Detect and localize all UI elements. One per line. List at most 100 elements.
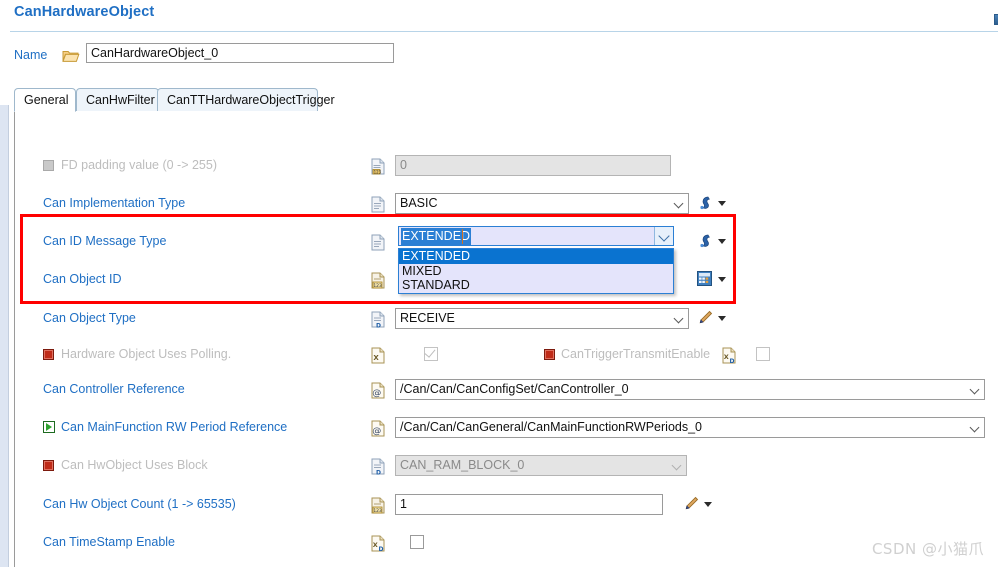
red-square-icon xyxy=(544,349,555,360)
svg-text:D: D xyxy=(730,358,735,364)
can-controller-reference-combo[interactable]: /Can/Can/CanConfigSet/CanController_0 xyxy=(395,379,985,400)
can-id-message-type-value: EXTENDED xyxy=(401,228,472,245)
can-trigger-transmit-enable-label: CanTriggerTransmitEnable xyxy=(561,347,711,361)
svg-text:123: 123 xyxy=(374,169,382,174)
xml-document-icon: X D xyxy=(722,347,736,365)
name-input[interactable] xyxy=(86,43,394,63)
can-implementation-type-label: Can Implementation Type xyxy=(43,196,186,210)
can-controller-reference-label: Can Controller Reference xyxy=(43,382,185,396)
pencil-icon[interactable] xyxy=(683,496,699,512)
at-document-icon: @ xyxy=(371,420,385,437)
dropdown-option-standard[interactable]: STANDARD xyxy=(399,278,673,293)
chevron-down-icon xyxy=(675,200,683,208)
can-object-id-label: Can Object ID xyxy=(43,272,122,286)
tab-canhwfilter[interactable]: CanHwFilter xyxy=(76,88,159,112)
general-tab-panel: FD padding value (0 -> 255) 123 0 Can Im… xyxy=(14,111,998,567)
fd-padding-value-label: FD padding value (0 -> 255) xyxy=(61,158,217,172)
chevron-down-icon[interactable] xyxy=(704,502,712,507)
left-gutter-strip xyxy=(0,105,9,567)
row-can-timestamp-enable: Can TimeStamp Enable X D xyxy=(15,530,998,558)
red-square-icon xyxy=(43,460,54,471)
chevron-down-icon[interactable] xyxy=(654,227,673,245)
row-can-controller-reference: Can Controller Reference @ /Can/Can/CanC… xyxy=(15,377,998,405)
row-can-implementation-type: Can Implementation Type BASIC xyxy=(15,191,998,219)
svg-text:123: 123 xyxy=(373,508,382,514)
can-id-message-type-dropdown-list[interactable]: EXTENDED MIXED STANDARD xyxy=(398,248,674,294)
can-implementation-type-value: BASIC xyxy=(400,196,438,210)
row-can-hwobject-uses-block: Can HwObject Uses Block D CAN_RAM_BLOCK_… xyxy=(15,453,998,481)
can-hw-object-count-label: Can Hw Object Count (1 -> 65535) xyxy=(43,497,236,511)
tab-general[interactable]: General xyxy=(14,88,76,112)
row-hardware-object-uses-polling: Hardware Object Uses Polling. X CanTrigg… xyxy=(15,342,998,370)
can-controller-reference-value: /Can/Can/CanConfigSet/CanController_0 xyxy=(400,382,629,396)
document-default-icon: D xyxy=(371,458,385,477)
hardware-object-uses-polling-label: Hardware Object Uses Polling. xyxy=(61,347,232,361)
fd-padding-value-field: 0 xyxy=(395,155,671,176)
row-can-mainfunction-rw-period-reference: Can MainFunction RW Period Reference @ /… xyxy=(15,415,998,443)
hardware-object-uses-polling-checkbox xyxy=(424,346,438,361)
watermark: CSDN @小猫爪 xyxy=(871,540,984,558)
name-row: Name xyxy=(0,42,998,72)
row-can-hw-object-count: Can Hw Object Count (1 -> 65535) 123 1 xyxy=(15,492,998,520)
tab-bar: General CanHwFilter CanTTHardwareObjectT… xyxy=(0,88,998,112)
document-default-icon: D xyxy=(371,311,385,330)
folder-icon xyxy=(62,49,80,63)
can-implementation-type-combo[interactable]: BASIC xyxy=(395,193,689,214)
dropdown-option-mixed[interactable]: MIXED xyxy=(399,264,673,279)
chevron-down-icon[interactable] xyxy=(718,201,726,206)
can-id-message-type-combo[interactable]: EXTENDED xyxy=(398,226,674,246)
svg-text:123: 123 xyxy=(373,283,382,289)
svg-text:D: D xyxy=(376,323,381,329)
gray-square-icon xyxy=(43,160,54,171)
can-hardware-object-editor: CanHardwareObject Name General CanHwFilt… xyxy=(0,0,998,567)
swirl-icon[interactable] xyxy=(697,195,713,211)
chevron-down-icon xyxy=(675,315,683,323)
at-document-icon: @ xyxy=(371,382,385,399)
can-hwobject-uses-block-label: Can HwObject Uses Block xyxy=(61,458,208,472)
chevron-down-icon[interactable] xyxy=(718,277,726,282)
red-square-icon xyxy=(43,349,54,360)
calculator-icon[interactable] xyxy=(697,271,712,286)
pencil-icon[interactable] xyxy=(697,310,713,326)
document-icon xyxy=(371,234,385,251)
numeric-document-icon: 123 xyxy=(371,272,385,289)
text-cursor xyxy=(462,229,463,244)
can-hw-object-count-value: 1 xyxy=(400,497,407,511)
can-timestamp-enable-checkbox[interactable] xyxy=(410,535,424,549)
xml-document-icon: X xyxy=(371,347,385,364)
row-fd-padding-value: FD padding value (0 -> 255) 123 0 xyxy=(15,153,998,181)
svg-text:X: X xyxy=(724,353,729,361)
can-mainfunction-rw-period-reference-label: Can MainFunction RW Period Reference xyxy=(61,420,288,434)
svg-text:D: D xyxy=(379,546,384,552)
numeric-document-icon: 123 xyxy=(371,497,385,514)
can-id-message-type-label: Can ID Message Type xyxy=(43,234,167,248)
can-hwobject-uses-block-combo: CAN_RAM_BLOCK_0 xyxy=(395,455,687,476)
dropdown-option-extended[interactable]: EXTENDED xyxy=(399,249,673,264)
chevron-down-icon[interactable] xyxy=(718,239,726,244)
svg-text:X: X xyxy=(373,354,379,362)
can-mainfunction-rw-period-reference-combo[interactable]: /Can/Can/CanGeneral/CanMainFunctionRWPer… xyxy=(395,417,985,438)
chevron-down-icon xyxy=(971,424,979,432)
can-mainfunction-rw-period-reference-value: /Can/Can/CanGeneral/CanMainFunctionRWPer… xyxy=(400,420,703,434)
can-object-type-value: RECEIVE xyxy=(400,311,455,325)
green-play-icon xyxy=(43,421,55,433)
can-hwobject-uses-block-value: CAN_RAM_BLOCK_0 xyxy=(400,458,525,472)
document-icon xyxy=(371,196,385,213)
swirl-icon[interactable] xyxy=(697,233,713,249)
chevron-down-icon xyxy=(673,462,681,470)
svg-text:D: D xyxy=(376,470,381,476)
svg-text:@: @ xyxy=(372,427,381,437)
svg-text:@: @ xyxy=(372,389,381,399)
can-trigger-transmit-enable-checkbox xyxy=(756,347,770,361)
header-divider xyxy=(10,31,998,32)
can-object-type-combo[interactable]: RECEIVE xyxy=(395,308,689,329)
chevron-down-icon[interactable] xyxy=(718,316,726,321)
chevron-down-icon xyxy=(971,386,979,394)
can-hw-object-count-input[interactable]: 1 xyxy=(395,494,663,515)
check-icon xyxy=(424,346,436,358)
panel-edge-icon[interactable] xyxy=(994,14,998,25)
can-timestamp-enable-label: Can TimeStamp Enable xyxy=(43,535,176,549)
tab-cantthardwareobjecttrigger[interactable]: CanTTHardwareObjectTrigger xyxy=(157,88,335,112)
xml-document-icon: X D xyxy=(371,535,385,553)
row-can-object-type: Can Object Type D RECEIVE xyxy=(15,306,998,334)
